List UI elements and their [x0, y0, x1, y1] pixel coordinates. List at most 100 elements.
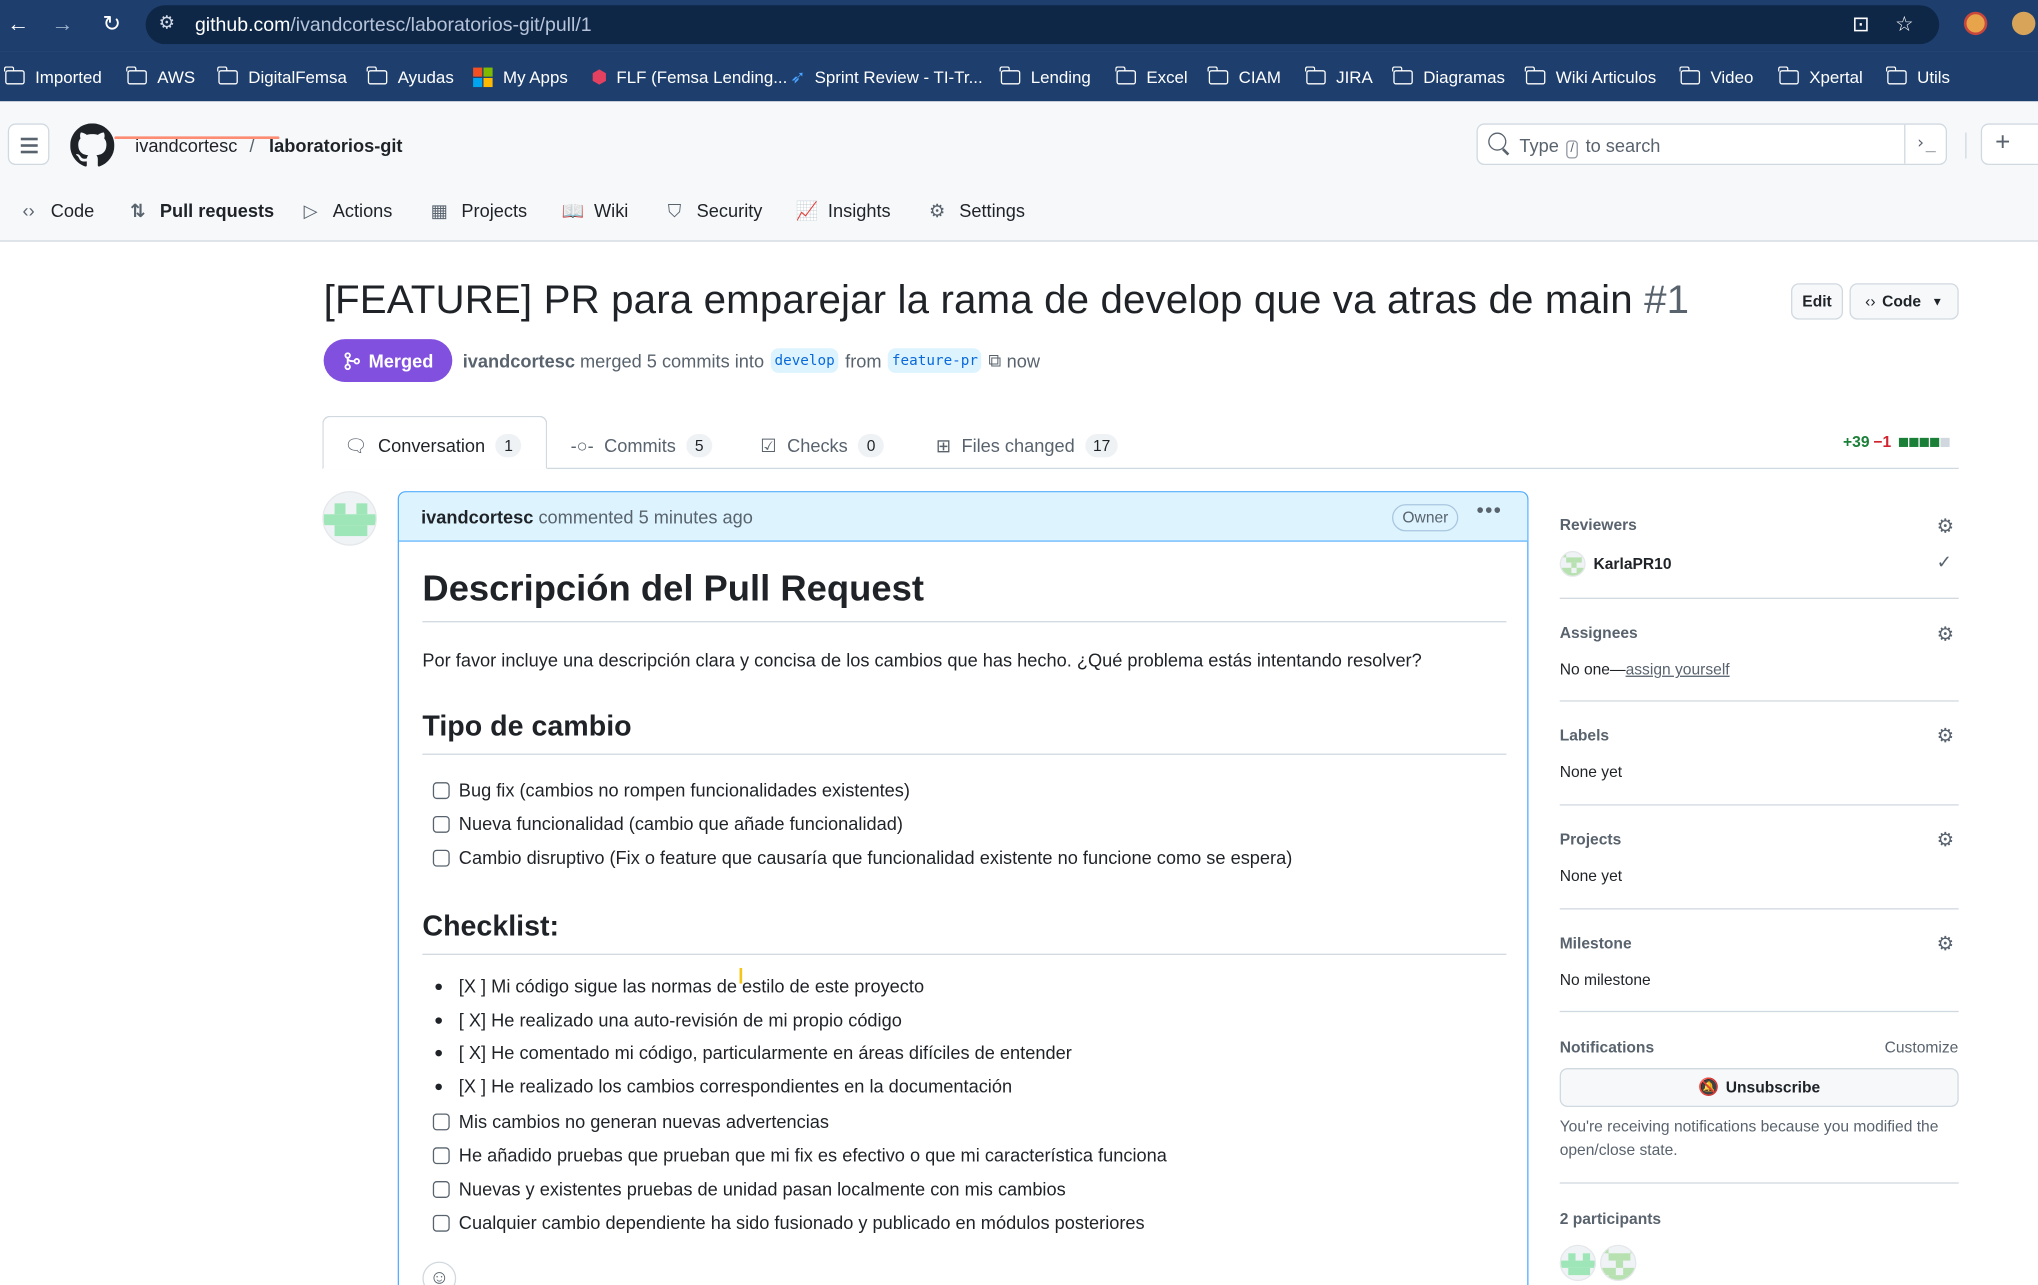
avatar[interactable] [322, 491, 377, 546]
diffstat: +39 −1 [1843, 433, 1950, 451]
comment-time[interactable]: 5 minutes ago [639, 507, 753, 528]
folder-icon [1392, 65, 1413, 84]
url-text[interactable]: github.com/ivandcortesc/laboratorios-git… [195, 14, 592, 36]
tab-projects[interactable]: ▦ Projects [429, 197, 527, 223]
tab-code[interactable]: ‹› Code [18, 197, 95, 223]
labels-value: None yet [1559, 762, 1623, 781]
task-checkbox[interactable] [432, 849, 450, 866]
tab-security[interactable]: ⛉ Security [664, 197, 763, 223]
tab-pull-requests[interactable]: ⇅ Pull requests [127, 197, 274, 223]
search-input[interactable]: Type / to search ›_ [1476, 123, 1948, 166]
task-checkbox[interactable] [432, 781, 450, 799]
participant-avatar[interactable] [1559, 1244, 1597, 1282]
milestone-gear-icon[interactable]: ⚙ [1937, 932, 1954, 955]
bookmark-my-apps[interactable]: My Apps [473, 64, 568, 90]
menu-hamburger-icon[interactable] [7, 123, 50, 166]
list-item: [X ] He realizado los cambios correspond… [433, 1073, 1012, 1099]
assignees-gear-icon[interactable]: ⚙ [1937, 622, 1954, 646]
projects-gear-icon[interactable]: ⚙ [1937, 828, 1954, 851]
active-tab-underline [114, 136, 280, 140]
bookmark-aws[interactable]: AWS [126, 64, 195, 90]
bookmark-sprint-review-ti-tr[interactable]: ➶ Sprint Review - TI-Tr... [790, 64, 982, 90]
site-settings-icon[interactable]: ⚙ [159, 12, 175, 34]
bookmark-flf-femsa-lending[interactable]: ⬢ FLF (Femsa Lending... [591, 64, 787, 90]
pr-number: #1 [1644, 276, 1690, 323]
reviewer-name[interactable]: KarlaPR10 [1593, 555, 1671, 573]
unsubscribe-button[interactable]: 🔕 Unsubscribe [1559, 1068, 1959, 1107]
folder-icon [1305, 65, 1326, 84]
tab-insights[interactable]: 📈 Insights [795, 197, 890, 223]
tab-actions[interactable]: ▷ Actions [300, 197, 393, 223]
base-branch[interactable]: develop [770, 348, 839, 373]
bookmark-ciam[interactable]: CIAM [1207, 64, 1281, 90]
comment-author[interactable]: ivandcortesc [421, 507, 533, 528]
milestone-title[interactable]: Milestone [1560, 934, 1632, 952]
participant-avatar[interactable] [1599, 1244, 1637, 1282]
task-checkbox[interactable] [432, 1180, 450, 1198]
bookmark-video[interactable]: Video [1679, 64, 1753, 90]
github-logo-icon[interactable] [70, 123, 115, 167]
tab-wiki[interactable]: 📖 Wiki [561, 197, 628, 223]
tab-commits[interactable]: -○- Commits 5 [571, 433, 713, 459]
reviewers-title[interactable]: Reviewers [1560, 516, 1637, 534]
folder-icon [367, 65, 388, 84]
code-dropdown-button[interactable]: ‹› Code ▼ [1849, 283, 1959, 320]
task-checkbox[interactable] [432, 815, 450, 833]
bookmark-jira[interactable]: JIRA [1305, 64, 1373, 90]
bookmark-digitalfemsa[interactable]: DigitalFemsa [217, 64, 347, 90]
sidebar-divider [1559, 700, 1959, 702]
edit-title-button[interactable]: Edit [1791, 283, 1844, 320]
customize-link[interactable]: Customize [1885, 1038, 1959, 1056]
kebab-menu-icon[interactable]: ••• [1477, 500, 1503, 523]
folder-icon [1115, 65, 1136, 84]
command-palette-icon[interactable]: ›_ [1904, 124, 1946, 164]
breadcrumb-repo[interactable]: laboratorios-git [269, 135, 402, 156]
create-new-button[interactable]: + [1980, 123, 2038, 166]
add-reaction-icon[interactable]: ☺ [422, 1261, 457, 1285]
head-branch[interactable]: feature-pr [888, 348, 982, 373]
owner-badge: Owner [1392, 504, 1459, 532]
projects-title[interactable]: Projects [1560, 830, 1622, 848]
forward-arrow-icon[interactable]: → [47, 10, 78, 39]
install-app-icon[interactable]: ⊡ [1852, 12, 1869, 38]
folder-icon [1679, 65, 1701, 84]
merge-icon [343, 351, 360, 370]
bookmark-excel[interactable]: Excel [1115, 64, 1188, 90]
bookmark-wiki-articulos[interactable]: Wiki Articulos [1525, 64, 1656, 90]
check-icon: ✓ [1936, 550, 1952, 572]
tab-conversation[interactable]: 🗨 Conversation 1 [344, 433, 522, 459]
bookmark-ayudas[interactable]: Ayudas [367, 64, 454, 90]
tab-checks[interactable]: ☑ Checks 0 [760, 433, 885, 459]
pr-meta: ivandcortesc merged 5 commits into devel… [462, 348, 1040, 373]
assign-yourself-link[interactable]: assign yourself [1626, 660, 1730, 678]
folder-icon [126, 65, 147, 84]
tab-settings[interactable]: ⚙ Settings [927, 197, 1025, 223]
bookmark-xpertal[interactable]: Xpertal [1778, 64, 1863, 90]
profile-cookie-icon[interactable] [2011, 11, 2036, 36]
pr-author[interactable]: ivandcortesc [463, 350, 575, 371]
reviewer-avatar[interactable] [1559, 550, 1586, 577]
bell-slash-icon: 🔕 [1698, 1077, 1720, 1097]
task-checkbox[interactable] [432, 1214, 450, 1232]
folder-icon [1778, 65, 1799, 84]
bookmark-imported[interactable]: Imported [4, 64, 102, 90]
reviewers-gear-icon[interactable]: ⚙ [1937, 515, 1954, 538]
copy-icon[interactable]: ⧉ [988, 350, 1001, 372]
bookmark-utils[interactable]: Utils [1886, 64, 1950, 90]
bookmark-star-icon[interactable]: ☆ [1895, 12, 1914, 38]
bookmark-diagramas[interactable]: Diagramas [1392, 64, 1505, 90]
participants-title: 2 participants [1559, 1209, 1662, 1228]
tab-files-changed[interactable]: ⊞ Files changed 17 [936, 433, 1119, 459]
bookmarks-bar: Imported AWS DigitalFemsa Ayudas My Apps ⬢ FLF… [0, 51, 2038, 102]
extension-icon[interactable] [1963, 11, 1988, 36]
labels-gear-icon[interactable]: ⚙ [1937, 724, 1954, 747]
task-checkbox[interactable] [432, 1146, 450, 1164]
bookmark-lending[interactable]: Lending [1000, 64, 1091, 90]
task-checkbox[interactable] [432, 1112, 450, 1130]
address-bar[interactable]: ⚙ github.com/ivandcortesc/laboratorios-g… [145, 5, 1940, 45]
code-icon: ‹› [1865, 292, 1876, 311]
assignees-title[interactable]: Assignees [1560, 624, 1638, 642]
labels-title[interactable]: Labels [1560, 726, 1609, 744]
reload-icon[interactable]: ↻ [96, 10, 127, 39]
back-arrow-icon[interactable]: ← [3, 10, 34, 39]
